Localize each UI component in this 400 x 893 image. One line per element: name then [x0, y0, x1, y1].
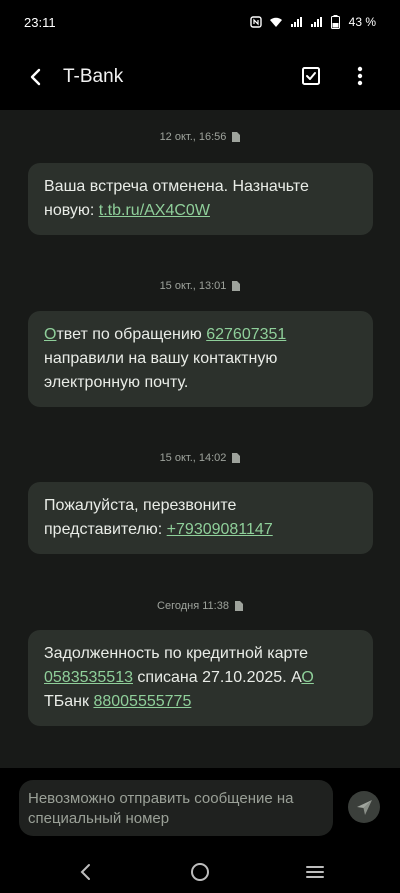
nav-home-icon	[191, 863, 209, 881]
composer-area: Невозможно отправить сообщение на специа…	[0, 768, 400, 850]
message-input[interactable]: Невозможно отправить сообщение на специа…	[19, 780, 333, 836]
nav-home-button[interactable]	[187, 859, 213, 885]
status-time: 23:11	[24, 14, 56, 30]
nfc-icon	[249, 15, 263, 29]
message-timestamp: 15 окт., 14:02	[0, 452, 400, 464]
wifi-icon	[269, 15, 283, 29]
system-nav-bar	[0, 850, 400, 893]
battery-percent: 43 %	[348, 15, 376, 29]
more-options-button[interactable]	[346, 62, 374, 90]
message-link[interactable]: +79309081147	[167, 521, 273, 538]
message-thread[interactable]: 12 окт., 16:56 Ваша встреча отменена. На…	[0, 110, 400, 770]
signal-icon	[289, 15, 303, 29]
message-link[interactable]: О	[44, 326, 56, 343]
message-link[interactable]: t.tb.ru/AX4C0W	[99, 202, 210, 219]
more-vertical-icon	[357, 66, 363, 86]
checkbox-icon	[302, 67, 320, 85]
message-bubble[interactable]: Пожалуйста, перезвоните представителю: +…	[28, 482, 373, 554]
battery-icon	[329, 15, 343, 29]
message-link[interactable]: 627607351	[206, 326, 286, 343]
message-link[interactable]: О	[301, 669, 313, 686]
sim-icon	[232, 132, 241, 142]
back-arrow-icon	[30, 68, 41, 86]
nav-back-icon	[80, 864, 90, 880]
message-bubble[interactable]: Ваша встреча отменена. Назначьте новую: …	[28, 163, 373, 235]
nav-recents-icon	[306, 866, 324, 878]
message-link[interactable]: 0583535513	[44, 669, 133, 686]
nav-back-button[interactable]	[72, 859, 98, 885]
status-icons: 43 %	[249, 15, 376, 29]
sim-icon	[232, 281, 241, 291]
sim-icon	[234, 601, 243, 611]
conversation-title: T-Bank	[63, 66, 124, 87]
status-bar: 23:11 43 %	[0, 0, 400, 44]
send-button[interactable]	[348, 791, 380, 823]
message-timestamp: 15 окт., 13:01	[0, 280, 400, 292]
message-bubble[interactable]: Задолженность по кредитной карте 0583535…	[28, 630, 373, 726]
message-timestamp: 12 окт., 16:56	[0, 131, 400, 143]
send-icon	[357, 800, 372, 815]
select-button[interactable]	[297, 62, 325, 90]
signal-icon-2	[309, 15, 323, 29]
sim-icon	[232, 453, 241, 463]
back-button[interactable]	[22, 63, 50, 91]
app-bar: T-Bank	[0, 44, 400, 110]
nav-recents-button[interactable]	[302, 859, 328, 885]
message-timestamp: Сегодня 11:38	[0, 600, 400, 612]
message-bubble[interactable]: Ответ по обращению 627607351 направили н…	[28, 311, 373, 407]
message-link[interactable]: 88005555775	[93, 693, 191, 710]
